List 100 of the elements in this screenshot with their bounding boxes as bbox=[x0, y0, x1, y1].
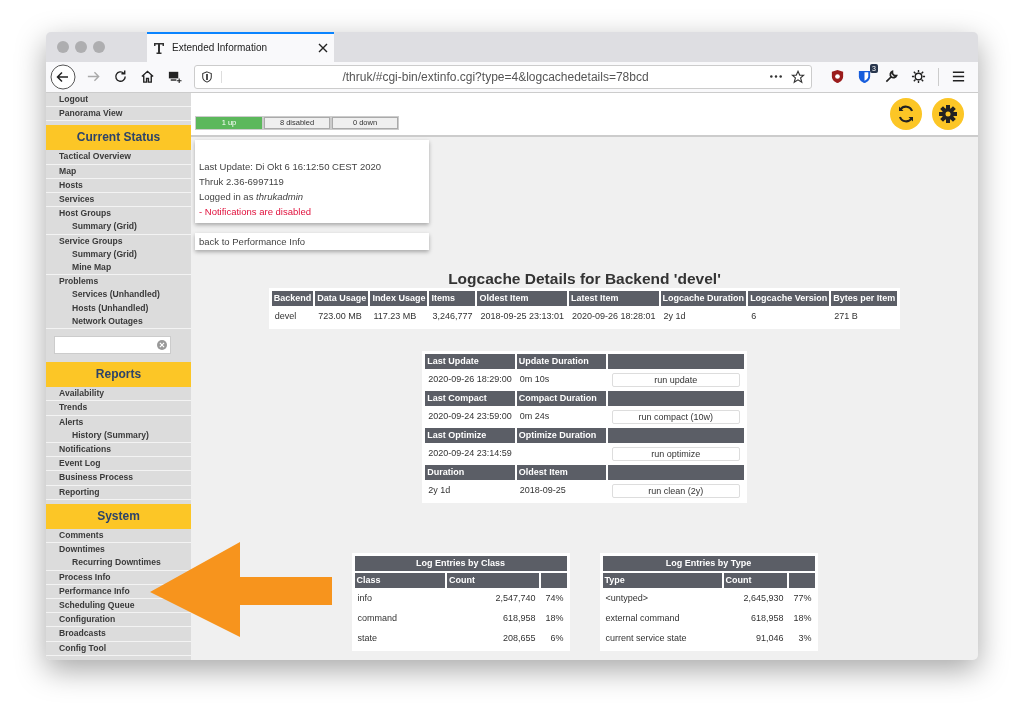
menu-link[interactable]: Network Outages bbox=[72, 314, 143, 329]
table-cell-text: 18% bbox=[792, 612, 813, 626]
home-icon[interactable] bbox=[140, 69, 155, 85]
warning-text: - Notifications are disabled bbox=[199, 204, 312, 219]
info-text: Logged in as thrukadmin bbox=[199, 189, 305, 204]
clear-icon[interactable] bbox=[157, 340, 167, 351]
menu-link[interactable]: Summary (Grid) bbox=[72, 220, 137, 234]
gear-icon[interactable] bbox=[911, 69, 926, 85]
monitor-icon[interactable] bbox=[167, 69, 182, 85]
column-header: Bytes per Item bbox=[831, 290, 898, 306]
back-icon[interactable] bbox=[50, 63, 76, 90]
table-cell-text: 18% bbox=[544, 612, 565, 626]
menu-link[interactable]: Business Process bbox=[59, 471, 134, 485]
menu-link[interactable]: Reporting bbox=[59, 485, 100, 499]
column-header: Class bbox=[354, 572, 445, 588]
menu-link[interactable]: Recurring Downtimes bbox=[72, 556, 161, 570]
table-cell-text: 0m 10s bbox=[518, 373, 551, 387]
action-button[interactable]: run clean (2y) bbox=[611, 483, 740, 498]
column-header: Logcache Duration bbox=[660, 290, 747, 306]
menu-link[interactable]: Notifications bbox=[59, 443, 112, 457]
column-header: Count bbox=[723, 572, 787, 588]
menu-link[interactable]: Hosts (Unhandled) bbox=[72, 301, 149, 315]
menu-link[interactable]: Hosts bbox=[59, 178, 83, 193]
table-cell-text: 618,958 bbox=[749, 612, 785, 626]
menu-link[interactable]: History (Summary) bbox=[72, 428, 149, 443]
menu-link[interactable]: Summary (Grid) bbox=[72, 247, 137, 262]
table-cell-text: 6% bbox=[549, 632, 565, 646]
action-button[interactable]: run optimize bbox=[611, 446, 740, 461]
table-cell-text: 0m 24s bbox=[518, 410, 551, 424]
menu-link[interactable]: Mine Map bbox=[72, 261, 112, 275]
menu-link[interactable]: Broadcasts bbox=[59, 627, 106, 641]
table-cell-text: <untyped> bbox=[604, 592, 650, 606]
search-field[interactable] bbox=[54, 336, 171, 355]
action-button[interactable]: run compact (10w) bbox=[611, 409, 740, 424]
column-header: Last Optimize bbox=[425, 427, 515, 443]
action-button[interactable]: run update bbox=[611, 372, 740, 387]
column-header: Items bbox=[429, 290, 476, 306]
menu-link[interactable]: Services (Unhandled) bbox=[72, 288, 160, 302]
menu-link[interactable]: Config Tool bbox=[59, 641, 107, 655]
close-icon[interactable] bbox=[318, 42, 328, 53]
shield-extension-icon[interactable] bbox=[830, 69, 845, 85]
column-header: Count bbox=[446, 572, 539, 588]
menu-link[interactable]: Downtimes bbox=[59, 543, 105, 557]
table-cell-text: 2018-09-25 bbox=[518, 484, 567, 498]
menu-link[interactable]: Problems bbox=[59, 275, 99, 289]
menu-link[interactable]: Trends bbox=[59, 401, 88, 415]
table-cell-text: state bbox=[356, 632, 378, 646]
table-cell-text: command bbox=[356, 612, 398, 626]
reload-icon[interactable] bbox=[113, 69, 128, 85]
column-header: Logcache Version bbox=[748, 290, 830, 306]
back-link[interactable]: back to Performance Info bbox=[199, 234, 306, 248]
table-cell-text: 618,958 bbox=[501, 612, 537, 626]
table-cell-text: info bbox=[356, 592, 373, 606]
table-cell-text: 3% bbox=[797, 632, 813, 646]
table-cell-text: 91,046 bbox=[754, 632, 785, 646]
menu-link[interactable]: Configuration bbox=[59, 613, 116, 627]
column-header: Index Usage bbox=[370, 290, 428, 306]
column-header: Latest Item bbox=[569, 290, 659, 306]
column-header: Last Compact bbox=[425, 390, 515, 406]
menu-link[interactable]: Scheduling Queue bbox=[59, 599, 135, 613]
table-cell-text: 74% bbox=[544, 592, 565, 606]
wrench-icon[interactable] bbox=[884, 69, 899, 85]
star-icon[interactable] bbox=[791, 69, 805, 84]
menu-link[interactable]: Process Info bbox=[59, 570, 111, 584]
menu-link[interactable]: Event Log bbox=[59, 457, 101, 471]
menu-link[interactable]: Comments bbox=[59, 529, 104, 543]
column-header: Oldest Item bbox=[477, 290, 568, 306]
menu-link[interactable]: Services bbox=[59, 193, 95, 207]
info-text: Last Update: Di Okt 6 16:12:50 CEST 2020 bbox=[199, 159, 383, 174]
table-cell-text: 271 B bbox=[833, 310, 859, 324]
menu-link[interactable]: Service Groups bbox=[59, 234, 123, 248]
menu-link[interactable]: Map bbox=[59, 164, 77, 178]
column-header: Data Usage bbox=[315, 290, 369, 306]
more-icon[interactable] bbox=[769, 74, 783, 80]
table-cell-text: 3,246,777 bbox=[431, 310, 474, 324]
table-cell-text: 723.00 MB bbox=[317, 310, 363, 324]
table-cell-text: devel bbox=[273, 310, 298, 324]
column-header: Oldest Item bbox=[516, 464, 606, 480]
menu-link[interactable]: Alerts bbox=[59, 415, 84, 429]
info-text: Thruk 2.36-6997119 bbox=[199, 174, 285, 189]
menu-link[interactable]: Panorama View bbox=[59, 107, 123, 121]
refresh-button[interactable] bbox=[890, 97, 922, 130]
section-header: Current Status bbox=[46, 125, 191, 151]
table-cell-text: 6 bbox=[750, 310, 758, 324]
address-bar[interactable]: /thruk/#cgi-bin/extinfo.cgi?type=4&logcachedetails=78bcd bbox=[194, 64, 812, 89]
browser-tab[interactable]: Extended Information bbox=[147, 32, 334, 62]
menu-link[interactable]: Performance Info bbox=[59, 584, 130, 598]
column-header: Optimize Duration bbox=[516, 427, 606, 443]
menu-link[interactable]: Tactical Overview bbox=[59, 150, 131, 164]
menu-link[interactable]: Host Groups bbox=[59, 207, 112, 221]
shield-icon[interactable] bbox=[201, 70, 222, 83]
menu-link[interactable]: Availability bbox=[59, 387, 105, 401]
shield-extension-icon[interactable] bbox=[857, 69, 872, 85]
table-cell-text: 2018-09-25 23:13:01 bbox=[479, 310, 566, 324]
settings-button[interactable] bbox=[932, 97, 964, 130]
menu-link[interactable]: Logout bbox=[59, 92, 89, 107]
page-title: Logcache Details for Backend 'devel' bbox=[448, 269, 721, 288]
table-cell-text: 77% bbox=[792, 592, 813, 606]
column-header: Backend bbox=[271, 290, 314, 306]
table-cell-text: 2y 1d bbox=[427, 484, 452, 498]
